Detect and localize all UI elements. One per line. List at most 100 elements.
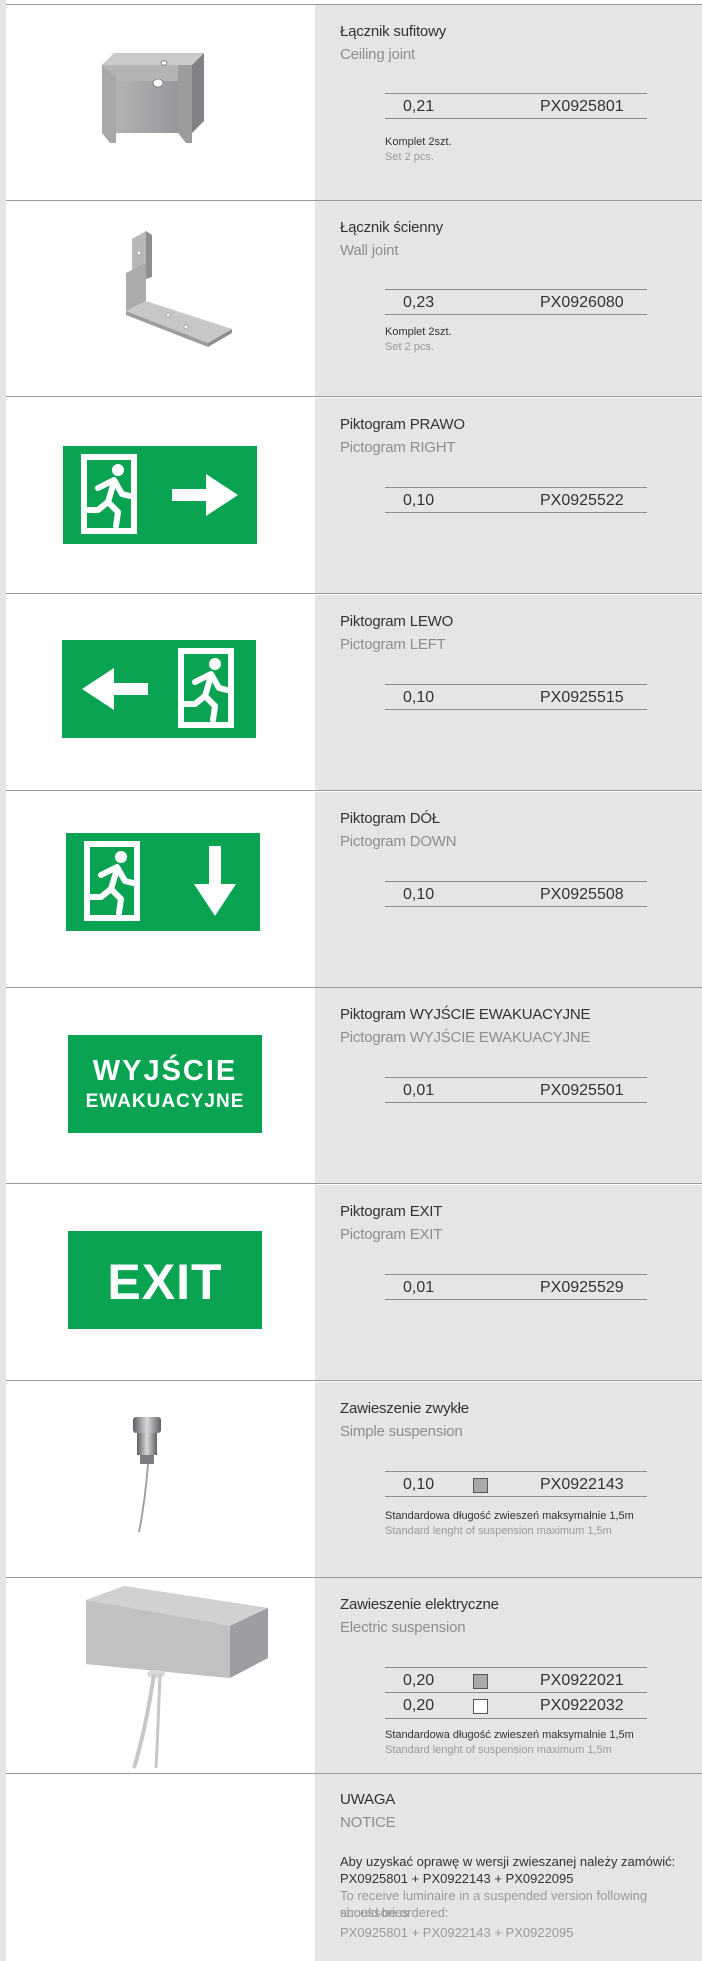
product-code: PX0925529 (540, 1279, 624, 1296)
note-en: Standard lenght of suspension maximum 1,… (385, 1525, 612, 1537)
exit-right-pictogram-icon (63, 446, 257, 544)
notice-empty-cell (6, 1774, 315, 1961)
product-info-cell: Piktogram WYJŚCIE EWAKUACYJNE Pictogram … (315, 988, 702, 1184)
row-divider (6, 790, 702, 791)
note-pl: Komplet 2szt. (385, 136, 452, 148)
spec-row: 0,21 PX0925801 (385, 93, 647, 119)
product-info-cell: Zawieszenie elektryczne Electric suspens… (315, 1578, 702, 1774)
row-divider (6, 396, 702, 397)
product-row-simple-suspension: Zawieszenie zwykłe Simple suspension 0,1… (6, 1382, 702, 1578)
product-image-cell (6, 1382, 315, 1578)
sign-line-2: EWAKUACYJNE (85, 1091, 245, 1112)
product-info-cell: Zawieszenie zwykłe Simple suspension 0,1… (315, 1382, 702, 1578)
product-name-en: Pictogram EXIT (340, 1226, 443, 1243)
notice-text-en-3: PX0925801 + PX0922143 + PX0922095 (340, 1925, 574, 1940)
product-name-pl: Piktogram DÓŁ (340, 810, 440, 827)
product-name-pl: Piktogram EXIT (340, 1203, 443, 1220)
product-code: PX0922021 (540, 1672, 624, 1689)
product-name-pl: Piktogram WYJŚCIE EWAKUACYJNE (340, 1006, 591, 1023)
product-name-pl: Łącznik sufitowy (340, 23, 447, 40)
notice-text-pl-2: PX0925801 + PX0922143 + PX0922095 (340, 1871, 574, 1886)
product-name-en: Pictogram RIGHT (340, 439, 456, 456)
product-name-en: Pictogram WYJŚCIE EWAKUACYJNE (340, 1029, 591, 1046)
spec-row: 0,10 PX0925515 (385, 684, 647, 710)
weight-value: 0,10 (403, 492, 435, 509)
notice-info-cell: UWAGA NOTICE Aby uzyskać oprawę w wersji… (315, 1774, 702, 1961)
color-swatch-grey (473, 1478, 488, 1493)
electric-suspension-icon (86, 1586, 268, 1769)
notice-text-pl-1: Aby uzyskać oprawę w wersji zwieszanej n… (340, 1854, 676, 1869)
spec-row: 0,10 PX0925522 (385, 487, 647, 513)
note-pl: Standardowa długość zwieszeń maksymalnie… (385, 1510, 634, 1522)
product-name-en: Pictogram DOWN (340, 833, 457, 850)
product-info-cell: Piktogram DÓŁ Pictogram DOWN 0,10 PX0925… (315, 792, 702, 988)
product-image-cell: EXIT (6, 1185, 315, 1381)
note-pl: Komplet 2szt. (385, 326, 452, 338)
notice-row: UWAGA NOTICE Aby uzyskać oprawę w wersji… (6, 1774, 702, 1961)
product-image-cell: WYJŚCIE EWAKUACYJNE (6, 988, 315, 1184)
product-name-pl: Zawieszenie elektryczne (340, 1596, 499, 1613)
weight-value: 0,23 (403, 294, 435, 311)
product-code: PX0926080 (540, 294, 624, 311)
weight-value: 0,20 (403, 1672, 435, 1689)
notice-title-pl: UWAGA (340, 1791, 396, 1808)
exit-left-pictogram-icon (62, 640, 256, 738)
product-image-cell (6, 792, 315, 988)
weight-value: 0,10 (403, 689, 435, 706)
row-divider (6, 1380, 702, 1381)
product-row-pictogram-left: Piktogram LEWO Pictogram LEFT 0,10 PX092… (6, 595, 702, 791)
product-row-wall-joint: Łącznik ścienny Wall joint 0,23 PX092608… (6, 201, 702, 397)
product-info-cell: Łącznik ścienny Wall joint 0,23 PX092608… (315, 201, 702, 397)
product-row-electric-suspension: Zawieszenie elektryczne Electric suspens… (6, 1578, 702, 1774)
row-divider (6, 593, 702, 594)
product-info-cell: Łącznik sufitowy Ceiling joint 0,21 PX09… (315, 5, 702, 201)
wyjscie-ewakuacyjne-sign: WYJŚCIE EWAKUACYJNE (68, 1035, 262, 1133)
weight-value: 0,01 (403, 1279, 435, 1296)
product-image-cell (6, 5, 315, 201)
spec-row: 0,20 PX0922032 (385, 1693, 647, 1719)
product-code: PX0922143 (540, 1476, 624, 1493)
product-row-ceiling-joint: Łącznik sufitowy Ceiling joint 0,21 PX09… (6, 5, 702, 201)
exit-sign: EXIT (68, 1231, 262, 1329)
product-code: PX0925508 (540, 886, 624, 903)
spec-row: 0,10 PX0925508 (385, 881, 647, 907)
note-pl: Standardowa długość zwieszeń maksymalnie… (385, 1729, 634, 1741)
product-name-pl: Piktogram LEWO (340, 613, 454, 630)
product-code: PX0925522 (540, 492, 624, 509)
weight-value: 0,20 (403, 1697, 435, 1714)
notice-title-en: NOTICE (340, 1814, 396, 1831)
product-name-en: Pictogram LEFT (340, 636, 446, 653)
exit-down-pictogram-icon (66, 833, 260, 931)
wall-joint-bracket-icon (126, 231, 232, 347)
spec-row: 0,01 PX0925529 (385, 1274, 647, 1300)
sign-line-1: WYJŚCIE (92, 1055, 238, 1087)
product-image-cell (6, 201, 315, 397)
product-image-cell (6, 398, 315, 594)
note-en: Set 2 pcs. (385, 341, 434, 353)
spec-row: 0,20 PX0922021 (385, 1667, 647, 1693)
product-row-pictogram-right: Piktogram PRAWO Pictogram RIGHT 0,10 PX0… (6, 398, 702, 594)
color-swatch-grey (473, 1674, 488, 1689)
weight-value: 0,10 (403, 1476, 435, 1493)
color-swatch-white (473, 1699, 488, 1714)
product-row-pictogram-exit: EXIT Piktogram EXIT Pictogram EXIT 0,01 … (6, 1185, 702, 1381)
product-name-en: Ceiling joint (340, 46, 415, 63)
product-info-cell: Piktogram EXIT Pictogram EXIT 0,01 PX092… (315, 1185, 702, 1381)
product-info-cell: Piktogram LEWO Pictogram LEFT 0,10 PX092… (315, 595, 702, 791)
sign-line-1: EXIT (107, 1254, 223, 1310)
weight-value: 0,01 (403, 1082, 435, 1099)
product-image-cell (6, 1578, 315, 1774)
product-code: PX0925515 (540, 689, 624, 706)
ceiling-joint-bracket-icon (102, 53, 204, 143)
product-code: PX0922032 (540, 1697, 624, 1714)
product-info-cell: Piktogram PRAWO Pictogram RIGHT 0,10 PX0… (315, 398, 702, 594)
notice-text-en-2: should be ordered: (340, 1905, 449, 1920)
simple-suspension-icon (133, 1417, 161, 1533)
product-name-pl: Piktogram PRAWO (340, 416, 465, 433)
spec-row: 0,10 PX0922143 (385, 1471, 647, 1497)
product-name-en: Simple suspension (340, 1423, 463, 1440)
product-code: PX0925801 (540, 98, 624, 115)
row-divider (6, 1183, 702, 1184)
product-code: PX0925501 (540, 1082, 624, 1099)
note-en: Set 2 pcs. (385, 151, 434, 163)
